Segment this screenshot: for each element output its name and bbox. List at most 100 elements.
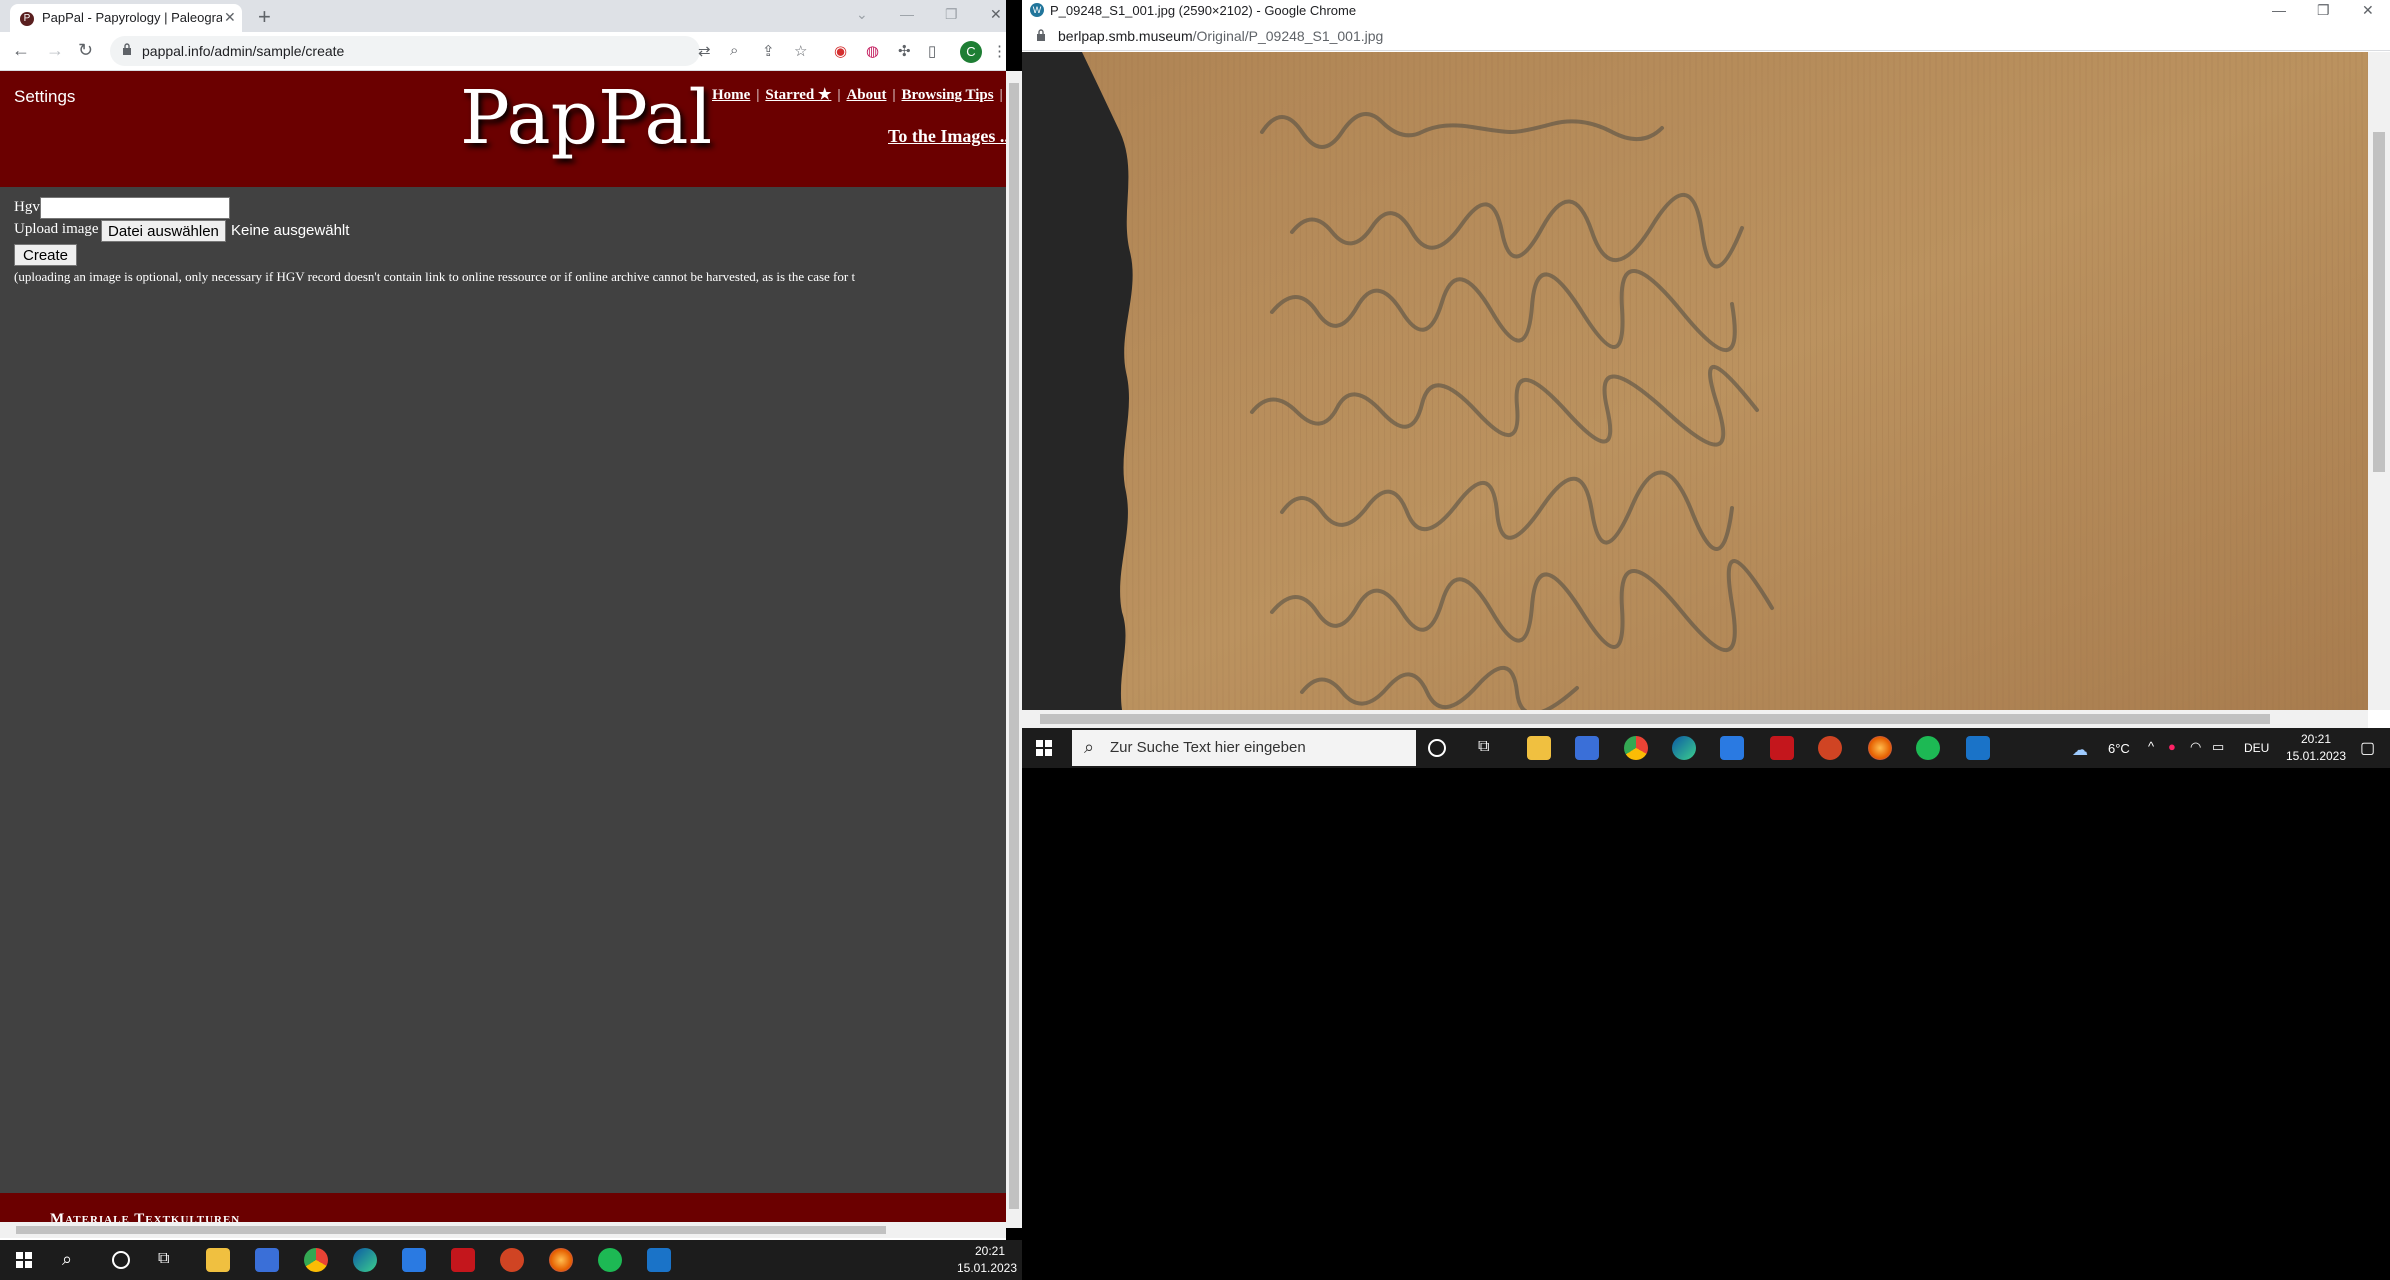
windows-start-icon[interactable]: [1036, 740, 1052, 756]
wordpress-favicon-icon: W: [1030, 3, 1044, 17]
weather-temp[interactable]: 6°C: [2108, 741, 2130, 756]
file-explorer-icon[interactable]: [206, 1248, 230, 1272]
cortana-icon[interactable]: [1428, 739, 1446, 757]
windows-start-icon[interactable]: [16, 1252, 32, 1268]
profile-avatar[interactable]: C: [960, 41, 982, 63]
spotify-icon[interactable]: [1916, 736, 1940, 760]
battery-icon[interactable]: ▭: [2212, 739, 2224, 755]
nav-about[interactable]: About: [846, 87, 886, 103]
powerpoint-icon[interactable]: [500, 1248, 524, 1272]
file-explorer-icon[interactable]: [1527, 736, 1551, 760]
nav-browsing-tips[interactable]: Browsing Tips: [901, 87, 993, 103]
menu-kebab-icon[interactable]: ⋮: [992, 42, 1006, 60]
task-view-icon[interactable]: ⧉: [1478, 738, 1489, 756]
store-icon[interactable]: [255, 1248, 279, 1272]
tab-strip: P PapPal - Papyrology | Paleographic ✕ +…: [0, 0, 1006, 32]
back-icon[interactable]: ←: [12, 40, 30, 61]
edge-icon[interactable]: [1672, 736, 1696, 760]
pappal-logo[interactable]: PapPal: [460, 75, 712, 161]
firefox-icon[interactable]: [549, 1248, 573, 1272]
tab-pappal[interactable]: P PapPal - Papyrology | Paleographic ✕: [10, 4, 242, 32]
papyrus-image[interactable]: [1022, 52, 2368, 710]
file-status-text: Keine ausgewählt: [231, 222, 350, 239]
restore-icon[interactable]: ❐: [2317, 2, 2330, 19]
photos-icon[interactable]: [647, 1248, 671, 1272]
nav-home[interactable]: Home: [712, 87, 750, 103]
extensions-puzzle-icon[interactable]: ✣: [898, 42, 911, 60]
bookmark-star-icon[interactable]: ☆: [794, 42, 807, 60]
taskbar-search-box[interactable]: ⌕ Zur Suche Text hier eingeben: [1072, 730, 1416, 766]
header-banner: Settings PapPal Home | Starred ★ | About | Bro…: [0, 71, 1006, 187]
firefox-icon[interactable]: [1868, 736, 1892, 760]
papyrus-photo: [1022, 52, 2368, 710]
tray-chevron-icon[interactable]: ^: [2148, 739, 2154, 754]
chrome-icon[interactable]: [1624, 736, 1648, 760]
lock-icon: [1037, 29, 1045, 41]
mail-icon[interactable]: [402, 1248, 426, 1272]
close-window-icon[interactable]: ✕: [990, 6, 1002, 23]
url-host: berlpap.smb.museum: [1058, 28, 1193, 44]
clock-date[interactable]: 15.01.2023: [952, 1261, 1022, 1275]
address-bar[interactable]: pappal.info/admin/sample/create: [110, 36, 700, 66]
browser-toolbar: ← → ↻ pappal.info/admin/sample/create ⇄ …: [0, 32, 1006, 71]
url-text: berlpap.smb.museum/Original/P_09248_S1_0…: [1058, 28, 1383, 44]
choose-file-button[interactable]: Datei auswählen: [101, 220, 226, 242]
create-button[interactable]: Create: [14, 244, 78, 266]
acrobat-icon[interactable]: [451, 1248, 475, 1272]
tab-search-icon[interactable]: ⌄: [856, 6, 868, 23]
new-tab-icon[interactable]: +: [258, 4, 271, 30]
photos-icon[interactable]: [1966, 736, 1990, 760]
edge-icon[interactable]: [353, 1248, 377, 1272]
translate-icon[interactable]: ⇄: [698, 42, 711, 60]
powerpoint-icon[interactable]: [1818, 736, 1842, 760]
search-icon[interactable]: ⌕: [62, 1249, 72, 1270]
vertical-scrollbar-thumb[interactable]: [1009, 83, 1019, 1209]
horizontal-scrollbar-thumb[interactable]: [1040, 714, 2270, 724]
forward-icon[interactable]: →: [46, 40, 64, 61]
minimize-icon[interactable]: —: [2272, 2, 2286, 18]
clock-time[interactable]: 20:21: [2286, 732, 2346, 746]
spotify-icon[interactable]: [598, 1248, 622, 1272]
horizontal-scrollbar-thumb[interactable]: [16, 1226, 886, 1234]
clock-date[interactable]: 15.01.2023: [2280, 749, 2352, 763]
chrome-icon[interactable]: [304, 1248, 328, 1272]
upload-note: (uploading an image is optional, only ne…: [14, 269, 856, 284]
upload-row: Upload image Datei auswählen Keine ausge…: [14, 220, 349, 242]
upload-label: Upload image: [14, 221, 99, 237]
horizontal-scrollbar[interactable]: [0, 1222, 1006, 1238]
acrobat-icon[interactable]: [1770, 736, 1794, 760]
tab-close-icon[interactable]: ✕: [224, 9, 236, 26]
vertical-scrollbar-thumb[interactable]: [2373, 132, 2385, 472]
tray-app-icon[interactable]: ●: [2168, 739, 2176, 754]
mail-icon[interactable]: [1720, 736, 1744, 760]
horizontal-scrollbar[interactable]: [1022, 710, 2368, 728]
to-the-images-link[interactable]: To the Images ...: [888, 126, 1006, 147]
reload-icon[interactable]: ↻: [78, 40, 93, 61]
zoom-icon[interactable]: ⌕: [730, 42, 738, 59]
vertical-scrollbar[interactable]: [1006, 71, 1022, 1228]
vertical-scrollbar[interactable]: [2368, 52, 2390, 710]
side-panel-icon[interactable]: ▯: [928, 42, 936, 60]
weather-cloud-icon[interactable]: ☁: [2072, 740, 2088, 760]
restore-icon[interactable]: ❐: [945, 6, 958, 23]
extension-red-icon[interactable]: ◉: [834, 42, 847, 60]
hgv-input[interactable]: [40, 197, 230, 219]
search-icon: ⌕: [1084, 737, 1095, 757]
wifi-icon[interactable]: ◠: [2190, 739, 2201, 755]
minimize-icon[interactable]: —: [900, 6, 914, 22]
task-view-icon[interactable]: ⧉: [158, 1250, 169, 1268]
extension-pink-icon[interactable]: ◍: [866, 42, 879, 60]
nav-starred[interactable]: Starred ★: [765, 87, 831, 103]
store-icon[interactable]: [1575, 736, 1599, 760]
taskbar-left: ⌕ ⧉ 20:21 15.01.2023: [0, 1240, 1022, 1280]
settings-link[interactable]: Settings: [14, 87, 75, 107]
taskbar-right: ⌕ Zur Suche Text hier eingeben ⧉ ☁ 6°C ^…: [1022, 728, 2390, 768]
share-icon[interactable]: ⇪: [762, 42, 775, 60]
notification-icon[interactable]: ▢: [2360, 738, 2375, 758]
hgv-row: Hgv: [14, 197, 230, 219]
language-indicator[interactable]: DEU: [2244, 741, 2269, 755]
clock-time[interactable]: 20:21: [960, 1244, 1020, 1258]
cortana-icon[interactable]: [112, 1251, 130, 1269]
address-bar[interactable]: berlpap.smb.museum/Original/P_09248_S1_0…: [1022, 22, 2390, 51]
close-window-icon[interactable]: ✕: [2362, 2, 2374, 19]
